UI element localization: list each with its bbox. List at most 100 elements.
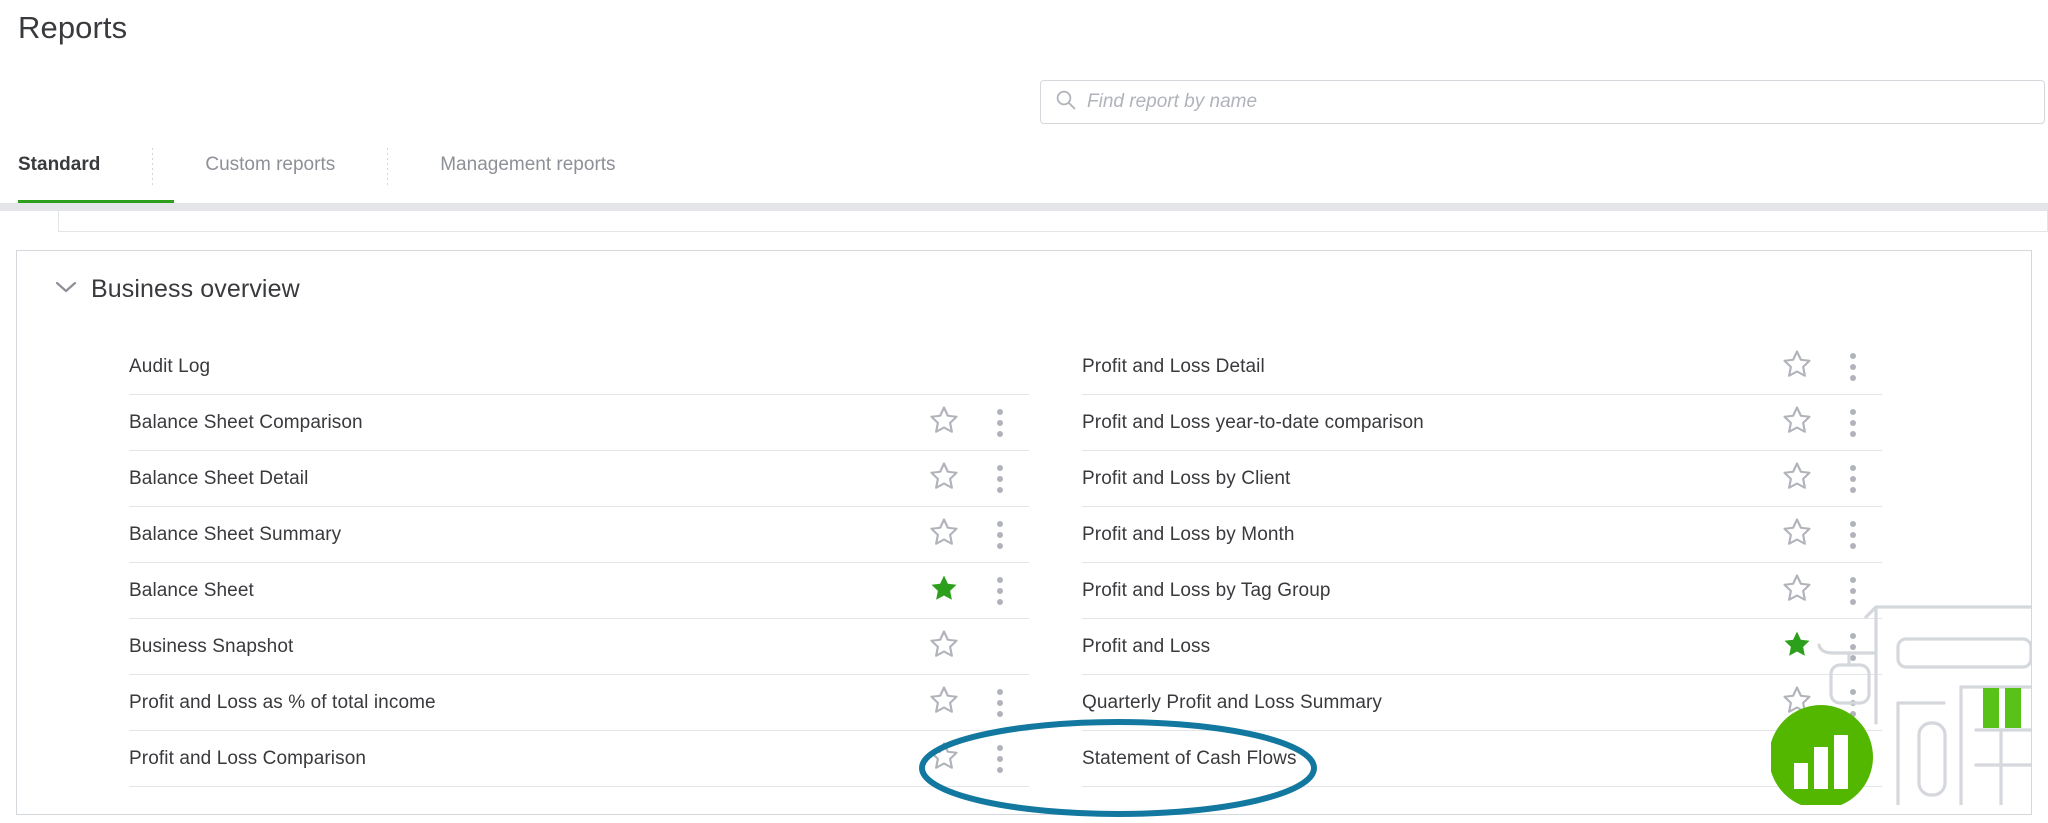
menu-slot	[971, 731, 1029, 787]
report-row[interactable]: Profit and Loss Detail	[1082, 339, 1882, 395]
kebab-menu-icon[interactable]	[997, 576, 1003, 605]
star-outline-icon[interactable]	[1782, 461, 1812, 496]
kebab-menu-icon[interactable]	[997, 688, 1003, 717]
report-row[interactable]: Profit and Loss	[1082, 619, 1882, 675]
report-name[interactable]: Balance Sheet Summary	[129, 524, 917, 546]
row-actions	[1770, 507, 1882, 563]
menu-slot	[971, 395, 1029, 451]
star-outline-icon[interactable]	[929, 629, 959, 664]
report-name[interactable]: Statement of Cash Flows	[1082, 748, 1770, 770]
star-outline-icon[interactable]	[929, 405, 959, 440]
search-icon	[1055, 89, 1077, 116]
report-name[interactable]: Quarterly Profit and Loss Summary	[1082, 692, 1770, 714]
star-filled-icon[interactable]	[929, 573, 959, 608]
report-name[interactable]: Balance Sheet	[129, 580, 917, 602]
report-row[interactable]: Business Snapshot	[129, 619, 1029, 675]
kebab-menu-icon[interactable]	[1850, 688, 1856, 717]
report-name[interactable]: Profit and Loss by Client	[1082, 468, 1770, 490]
star-filled-icon[interactable]	[1782, 629, 1812, 664]
report-name[interactable]: Profit and Loss by Month	[1082, 524, 1770, 546]
star-outline-icon[interactable]	[1782, 573, 1812, 608]
kebab-menu-icon[interactable]	[1850, 520, 1856, 549]
menu-slot	[1824, 731, 1882, 787]
row-actions	[1770, 339, 1882, 395]
star-outline-icon[interactable]	[1782, 685, 1812, 720]
kebab-menu-icon[interactable]	[997, 744, 1003, 773]
report-name[interactable]: Profit and Loss as % of total income	[129, 692, 917, 714]
report-name[interactable]: Business Snapshot	[129, 636, 917, 658]
report-row[interactable]: Profit and Loss as % of total income	[129, 675, 1029, 731]
report-name[interactable]: Profit and Loss by Tag Group	[1082, 580, 1770, 602]
favorite-slot	[1770, 507, 1824, 563]
menu-slot	[1824, 339, 1882, 395]
row-actions	[917, 339, 1029, 395]
kebab-menu-icon[interactable]	[1850, 464, 1856, 493]
star-outline-icon[interactable]	[1782, 349, 1812, 384]
chevron-down-icon[interactable]	[55, 280, 77, 299]
menu-slot	[1824, 451, 1882, 507]
toolbar-strip	[58, 211, 2048, 232]
reports-page: Reports Standard Custom reports Manageme…	[0, 0, 2048, 823]
favorite-slot	[917, 507, 971, 563]
section-header-business-overview[interactable]: Business overview	[17, 251, 2031, 304]
report-row[interactable]: Balance Sheet Summary	[129, 507, 1029, 563]
kebab-menu-icon[interactable]	[1850, 352, 1856, 381]
tab-custom-reports[interactable]: Custom reports	[205, 140, 335, 176]
favorite-slot	[1770, 339, 1824, 395]
report-row[interactable]: Profit and Loss year-to-date comparison	[1082, 395, 1882, 451]
report-row[interactable]: Profit and Loss by Month	[1082, 507, 1882, 563]
report-row[interactable]: Profit and Loss by Client	[1082, 451, 1882, 507]
report-name[interactable]: Balance Sheet Comparison	[129, 412, 917, 434]
report-row[interactable]: Balance Sheet Comparison	[129, 395, 1029, 451]
kebab-menu-icon[interactable]	[1850, 576, 1856, 605]
kebab-menu-icon[interactable]	[997, 408, 1003, 437]
star-outline-icon[interactable]	[929, 741, 959, 776]
report-name[interactable]: Profit and Loss Comparison	[129, 748, 917, 770]
row-actions	[917, 619, 1029, 675]
menu-slot	[971, 563, 1029, 619]
kebab-menu-icon[interactable]	[997, 520, 1003, 549]
search-box[interactable]	[1040, 80, 2045, 124]
report-row[interactable]: Statement of Cash Flows	[1082, 731, 1882, 787]
menu-slot	[971, 619, 1029, 675]
reports-card: Business overview Audit Log Balance Sheet…	[16, 250, 2032, 815]
favorite-slot	[917, 339, 971, 395]
menu-slot	[971, 451, 1029, 507]
menu-slot	[1824, 507, 1882, 563]
row-actions	[1770, 731, 1882, 787]
star-outline-icon[interactable]	[929, 461, 959, 496]
star-outline-icon[interactable]	[1782, 517, 1812, 552]
menu-slot	[971, 339, 1029, 395]
report-name[interactable]: Profit and Loss year-to-date comparison	[1082, 412, 1770, 434]
search-input[interactable]	[1087, 82, 2044, 122]
favorite-slot	[917, 731, 971, 787]
report-row[interactable]: Audit Log	[129, 339, 1029, 395]
star-outline-icon[interactable]	[1782, 405, 1812, 440]
menu-slot	[1824, 675, 1882, 731]
report-row[interactable]: Balance Sheet Detail	[129, 451, 1029, 507]
star-outline-icon[interactable]	[1782, 741, 1812, 776]
report-name[interactable]: Balance Sheet Detail	[129, 468, 917, 490]
kebab-menu-icon[interactable]	[997, 464, 1003, 493]
star-outline-icon[interactable]	[929, 685, 959, 720]
row-actions	[917, 507, 1029, 563]
tab-divider	[387, 148, 389, 186]
tab-standard[interactable]: Standard	[18, 140, 100, 176]
favorite-slot	[917, 619, 971, 675]
report-name[interactable]: Profit and Loss	[1082, 636, 1770, 658]
favorite-slot	[1770, 563, 1824, 619]
menu-slot	[1824, 395, 1882, 451]
kebab-menu-icon[interactable]	[1850, 408, 1856, 437]
favorite-slot	[1770, 619, 1824, 675]
star-outline-icon[interactable]	[929, 517, 959, 552]
tab-management-reports[interactable]: Management reports	[440, 140, 615, 176]
kebab-menu-icon[interactable]	[1850, 744, 1856, 773]
menu-slot	[971, 675, 1029, 731]
report-row[interactable]: Profit and Loss Comparison	[129, 731, 1029, 787]
report-name[interactable]: Profit and Loss Detail	[1082, 356, 1770, 378]
report-name[interactable]: Audit Log	[129, 356, 917, 378]
report-row[interactable]: Balance Sheet	[129, 563, 1029, 619]
report-row[interactable]: Quarterly Profit and Loss Summary	[1082, 675, 1882, 731]
report-row[interactable]: Profit and Loss by Tag Group	[1082, 563, 1882, 619]
kebab-menu-icon[interactable]	[1850, 632, 1856, 661]
